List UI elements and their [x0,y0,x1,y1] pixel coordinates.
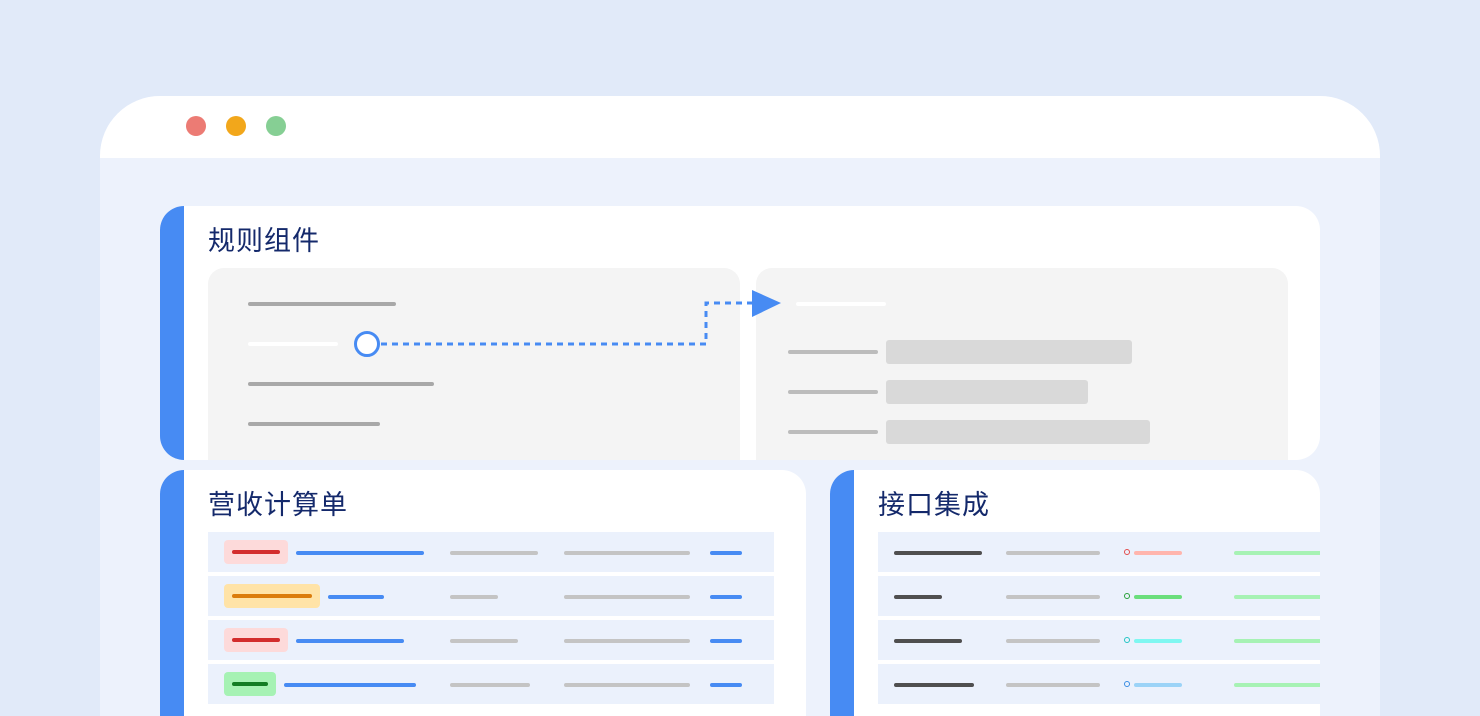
cell-placeholder [894,551,982,555]
cell-placeholder [1234,595,1320,599]
status-placeholder [1134,551,1182,555]
placeholder-text-line [232,682,268,686]
cell-placeholder [1234,639,1320,643]
cell-placeholder [894,683,974,687]
connector-start-handle[interactable] [354,331,380,357]
table-row[interactable] [208,664,774,704]
api-integration-card[interactable]: 接口集成 [830,470,1320,716]
app-window: 规则组件 营收计算单 接口集成 [100,96,1380,716]
link-placeholder[interactable] [328,595,384,599]
list-item[interactable] [878,620,1320,660]
status-placeholder [1134,639,1182,643]
rules-component-card[interactable]: 规则组件 [160,206,1320,460]
card-title: 接口集成 [878,490,990,521]
cell-placeholder [564,595,690,599]
status-dot-icon [1124,637,1130,643]
status-dot-icon [1124,681,1130,687]
cell-placeholder [1234,551,1320,555]
rule-connector [354,290,781,357]
action-link-placeholder[interactable] [710,639,742,643]
status-badge [224,628,288,652]
connector-arrow-icon [752,290,781,317]
placeholder-text-line [232,594,312,598]
list-item[interactable] [878,664,1320,704]
cell-placeholder [1006,639,1100,643]
cell-placeholder [450,639,518,643]
card-title: 营收计算单 [208,490,348,521]
status-dot-icon [1124,549,1130,555]
link-placeholder[interactable] [296,551,424,555]
action-link-placeholder[interactable] [710,683,742,687]
status-badge [224,672,276,696]
list-item[interactable] [878,576,1320,616]
cell-placeholder [564,551,690,555]
cell-placeholder [894,639,962,643]
close-window-button[interactable] [186,116,206,136]
placeholder-text-line [232,550,280,554]
placeholder-text-line [232,638,280,642]
cell-placeholder [450,683,530,687]
cell-placeholder [894,595,942,599]
revenue-calculation-card[interactable]: 营收计算单 [160,470,806,716]
action-link-placeholder[interactable] [710,551,742,555]
table-row[interactable] [208,576,774,616]
cell-placeholder [450,595,498,599]
action-link-placeholder[interactable] [710,595,742,599]
status-dot-icon [1124,593,1130,599]
minimize-window-button[interactable] [226,116,246,136]
cell-placeholder [564,639,690,643]
link-placeholder[interactable] [296,639,404,643]
table-row[interactable] [208,620,774,660]
cell-placeholder [1006,551,1100,555]
maximize-window-button[interactable] [266,116,286,136]
cell-placeholder [450,551,538,555]
cell-placeholder [1006,683,1100,687]
status-badge [224,584,320,608]
card-accent-bar [830,470,854,716]
status-badge [224,540,288,564]
cell-placeholder [1006,595,1100,599]
connector-line [381,301,754,346]
title-bar [100,96,1380,158]
card-accent-bar [160,470,184,716]
list-item[interactable] [878,532,1320,572]
status-placeholder [1134,683,1182,687]
cell-placeholder [564,683,690,687]
status-placeholder [1134,595,1182,599]
cell-placeholder [1234,683,1320,687]
link-placeholder[interactable] [284,683,416,687]
table-row[interactable] [208,532,774,572]
